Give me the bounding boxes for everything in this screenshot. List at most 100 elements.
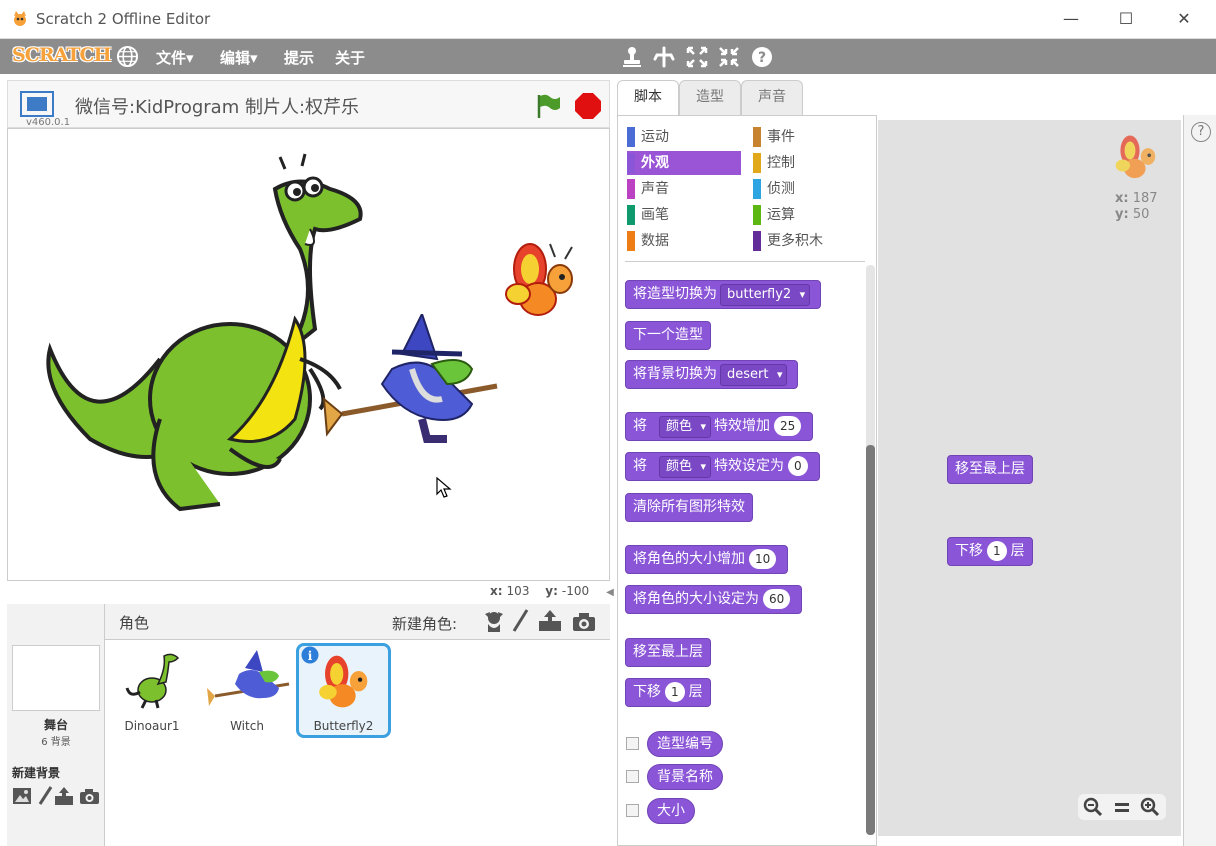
block-clear-effects[interactable]: 清除所有图形特效 — [625, 493, 753, 522]
reporter-backdrop-name[interactable]: 背景名称 — [647, 764, 723, 790]
dinosaur-thumbnail — [125, 653, 180, 709]
block-set-effect[interactable]: 将颜色特效设定为0 — [625, 452, 820, 481]
category-events[interactable]: 事件 — [753, 125, 865, 149]
category-looks[interactable]: 外观 — [627, 151, 741, 175]
paint-brush-icon[interactable] — [37, 786, 53, 806]
x-coord-value: 103 — [506, 584, 530, 598]
zoom-out-icon[interactable] — [1083, 797, 1103, 817]
minimize-button[interactable]: — — [1060, 8, 1082, 30]
script-area-right-border — [1183, 115, 1216, 846]
block-set-size[interactable]: 将角色的大小设定为 60 — [625, 585, 803, 614]
category-operators[interactable]: 运算 — [753, 203, 865, 227]
help-icon[interactable]: ? — [1191, 122, 1211, 142]
sprite-name: Butterfly2 — [313, 719, 374, 733]
effect-dropdown[interactable]: 颜色 — [659, 416, 712, 438]
camera-sprite-icon[interactable] — [572, 612, 596, 632]
block-change-effect[interactable]: 将颜色特效增加25 — [625, 412, 814, 441]
sprite-tile-butterfly2[interactable]: i Butterfly2 — [296, 643, 391, 738]
layers-input[interactable]: 1 — [665, 682, 685, 702]
stage-thumbnail[interactable] — [12, 645, 100, 711]
menu-edit[interactable]: 编辑▾ — [220, 47, 258, 68]
stage-label: 舞台 — [43, 718, 68, 732]
size-change-input[interactable]: 10 — [749, 549, 777, 569]
duplicate-stamp-icon[interactable] — [620, 45, 644, 69]
sprite-tile-dinoaur1[interactable]: Dinoaur1 — [106, 643, 198, 735]
sprite-name: Dinoaur1 — [124, 719, 180, 733]
effect-change-input[interactable]: 25 — [774, 416, 802, 436]
zoom-in-icon[interactable] — [1140, 797, 1160, 817]
menu-tips[interactable]: 提示 — [284, 47, 314, 68]
tab-scripts[interactable]: 脚本 — [617, 80, 679, 117]
sprite-tile-witch[interactable]: Witch — [201, 643, 293, 735]
category-sound[interactable]: 声音 — [627, 177, 741, 201]
current-sprite-thumbnail — [1115, 135, 1156, 179]
backdrop-name-checkbox[interactable] — [626, 770, 639, 783]
paint-new-sprite-icon[interactable] — [511, 609, 529, 633]
window-titlebar: Scratch 2 Offline Editor — ☐ ✕ — [0, 0, 1216, 39]
block-go-back-layers[interactable]: 下移 1 层 — [625, 678, 711, 707]
butterfly-sprite[interactable] — [500, 239, 580, 324]
backdrop-count: 6 背景 — [41, 737, 71, 748]
y-coord-value: -100 — [561, 584, 590, 598]
fullscreen-icon[interactable] — [20, 91, 54, 117]
maximize-button[interactable]: ☐ — [1115, 8, 1137, 30]
mouse-cursor-icon — [436, 477, 452, 498]
x-coord-label: x: — [490, 584, 503, 598]
category-more-blocks[interactable]: 更多积木 — [753, 229, 865, 253]
block-switch-costume[interactable]: 将造型切换为 butterfly2 — [625, 280, 822, 309]
sprite-y-label: y: — [1115, 207, 1129, 222]
svg-text:i: i — [308, 649, 313, 663]
delete-cut-icon[interactable] — [652, 45, 676, 69]
category-pen[interactable]: 画笔 — [627, 203, 741, 227]
category-sensing[interactable]: 侦测 — [753, 177, 865, 201]
witch-sprite[interactable] — [322, 314, 502, 449]
effect-set-input[interactable]: 0 — [788, 456, 808, 476]
globe-icon[interactable] — [116, 45, 139, 68]
reporter-costume-number[interactable]: 造型编号 — [647, 731, 723, 757]
grow-icon[interactable] — [685, 45, 709, 69]
shrink-icon[interactable] — [717, 45, 741, 69]
costume-number-checkbox[interactable] — [626, 737, 639, 750]
sprite-x-value: 187 — [1132, 191, 1158, 206]
category-data[interactable]: 数据 — [627, 229, 741, 253]
paint-backdrop-library-icon[interactable] — [12, 787, 32, 805]
category-control[interactable]: 控制 — [753, 151, 865, 175]
size-checkbox[interactable] — [626, 804, 639, 817]
stop-sign-icon[interactable] — [574, 92, 602, 120]
category-divider — [625, 261, 865, 262]
scratch-logo[interactable]: SCRATCH — [12, 44, 112, 66]
script-block-go-back-layers[interactable]: 下移 1 层 — [947, 537, 1033, 566]
category-motion[interactable]: 运动 — [627, 125, 741, 149]
script-block-go-to-front[interactable]: 移至最上层 — [947, 455, 1033, 484]
size-set-input[interactable]: 60 — [763, 589, 791, 609]
dinosaur-sprite[interactable] — [30, 149, 370, 519]
block-go-to-front[interactable]: 移至最上层 — [625, 638, 711, 667]
green-flag-icon[interactable] — [534, 92, 562, 120]
tab-costumes[interactable]: 造型 — [679, 80, 741, 115]
y-coord-label: y: — [545, 584, 558, 598]
sprite-position: x: 187 y: 50 — [1115, 191, 1158, 223]
menu-about[interactable]: 关于 — [335, 47, 365, 68]
block-change-size[interactable]: 将角色的大小增加 10 — [625, 545, 789, 574]
help-icon[interactable]: ? — [750, 45, 774, 69]
choose-sprite-from-library-icon[interactable] — [483, 610, 505, 634]
script-layers-input[interactable]: 1 — [987, 541, 1007, 561]
new-backdrop-label: 新建背景 — [12, 766, 61, 780]
upload-sprite-icon[interactable] — [538, 609, 562, 633]
menu-file[interactable]: 文件▾ — [156, 47, 194, 68]
palette-scrollbar-thumb[interactable] — [866, 445, 875, 835]
backdrop-dropdown[interactable]: desert — [720, 364, 788, 386]
collapse-stage-arrow-icon[interactable]: ◀ — [604, 585, 616, 601]
zoom-reset-icon[interactable] — [1112, 797, 1132, 817]
block-switch-backdrop[interactable]: 将背景切换为 desert — [625, 360, 799, 389]
camera-backdrop-icon[interactable] — [79, 788, 100, 805]
costume-dropdown[interactable]: butterfly2 — [720, 284, 811, 306]
tab-sounds[interactable]: 声音 — [741, 80, 803, 115]
stage-canvas[interactable] — [7, 128, 610, 581]
block-next-costume[interactable]: 下一个造型 — [625, 321, 711, 350]
upload-backdrop-icon[interactable] — [54, 786, 74, 806]
reporter-size[interactable]: 大小 — [647, 798, 695, 824]
version-label: v460.0.1 — [26, 117, 71, 128]
effect-set-dropdown[interactable]: 颜色 — [659, 456, 712, 478]
close-button[interactable]: ✕ — [1173, 8, 1195, 30]
